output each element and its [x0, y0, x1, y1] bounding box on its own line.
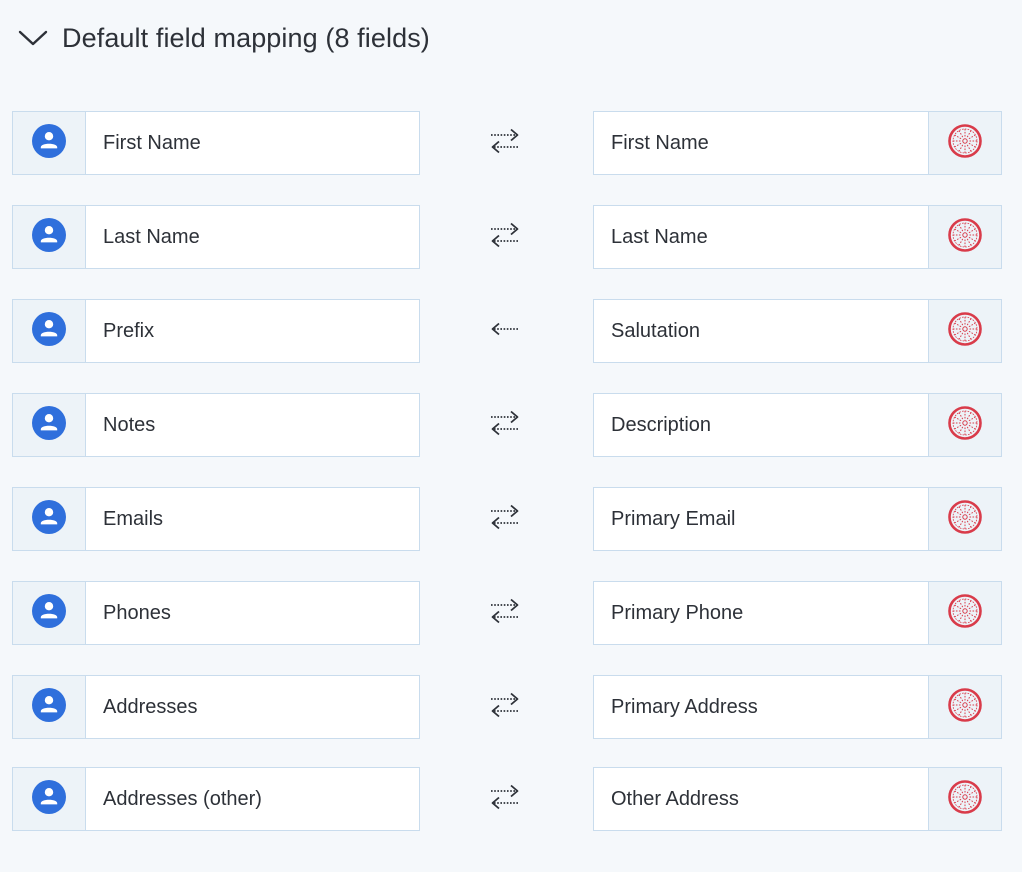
- google-contacts-field[interactable]: Addresses (other): [12, 767, 420, 831]
- bidirectional-arrows-icon: [487, 782, 523, 817]
- salesforce-field-label: Salutation: [611, 319, 700, 342]
- mapping-row: Prefix Salutation: [12, 299, 1002, 365]
- salesforce-field[interactable]: Primary Email: [593, 487, 1002, 551]
- salesforce-field-label: Last Name: [611, 225, 708, 248]
- salesforce-field[interactable]: Other Address: [593, 767, 1002, 831]
- person-icon: [31, 405, 67, 446]
- mapping-row: Notes Description: [12, 393, 1002, 459]
- google-contacts-field-icon-cell: [13, 300, 86, 362]
- salesforce-field[interactable]: Primary Address: [593, 675, 1002, 739]
- google-contacts-field[interactable]: Prefix: [12, 299, 420, 363]
- person-icon: [31, 687, 67, 728]
- salesforce-field[interactable]: Salutation: [593, 299, 1002, 363]
- arrow-left-icon: [487, 314, 523, 349]
- person-icon: [31, 779, 67, 820]
- wheel-icon: [947, 405, 983, 446]
- salesforce-field-label: Other Address: [611, 787, 739, 810]
- wheel-icon: [947, 217, 983, 258]
- google-contacts-field-label: Phones: [103, 601, 171, 624]
- bidirectional-arrows-icon: [487, 596, 523, 631]
- bidirectional-arrows-icon: [487, 220, 523, 255]
- google-contacts-field-icon-cell: [13, 112, 86, 174]
- chevron-down-icon: [18, 23, 48, 53]
- bidirectional-arrows-icon: [487, 126, 523, 161]
- person-icon: [31, 311, 67, 352]
- mapping-row: Last Name Last Name: [12, 205, 1002, 271]
- salesforce-field-label: Primary Email: [611, 507, 736, 530]
- google-contacts-field[interactable]: First Name: [12, 111, 420, 175]
- google-contacts-field-icon-cell: [13, 488, 86, 550]
- google-contacts-field-icon-cell: [13, 768, 86, 830]
- wheel-icon: [947, 311, 983, 352]
- wheel-icon: [947, 779, 983, 820]
- salesforce-field-label: Primary Phone: [611, 601, 744, 624]
- google-contacts-field-label: Addresses: [103, 695, 198, 718]
- google-contacts-field-icon-cell: [13, 206, 86, 268]
- google-contacts-field-icon-cell: [13, 582, 86, 644]
- salesforce-field-icon-cell: [928, 112, 1001, 174]
- sync-direction-toggle[interactable]: [483, 313, 527, 349]
- salesforce-field-icon-cell: [928, 300, 1001, 362]
- google-contacts-field-icon-cell: [13, 394, 86, 456]
- salesforce-field-icon-cell: [928, 676, 1001, 738]
- google-contacts-field[interactable]: Emails: [12, 487, 420, 551]
- mapping-row: Emails Primary Email: [12, 487, 1002, 553]
- section-title: Default field mapping (8 fields): [62, 22, 430, 53]
- person-icon: [31, 217, 67, 258]
- salesforce-field-icon-cell: [928, 768, 1001, 830]
- mapping-row: First Name First Name: [12, 111, 1002, 177]
- sync-direction-toggle[interactable]: [483, 125, 527, 161]
- bidirectional-arrows-icon: [487, 408, 523, 443]
- salesforce-field-label: Primary Address: [611, 695, 758, 718]
- mapping-row: Addresses Primary Address: [12, 675, 1002, 741]
- sync-direction-toggle[interactable]: [483, 219, 527, 255]
- salesforce-field-icon-cell: [928, 582, 1001, 644]
- wheel-icon: [947, 687, 983, 728]
- sync-direction-toggle[interactable]: [483, 407, 527, 443]
- google-contacts-field-label: Emails: [103, 507, 164, 530]
- person-icon: [31, 593, 67, 634]
- salesforce-field-icon-cell: [928, 394, 1001, 456]
- sync-direction-toggle[interactable]: [483, 781, 527, 817]
- google-contacts-field[interactable]: Phones: [12, 581, 420, 645]
- bidirectional-arrows-icon: [487, 502, 523, 537]
- sync-direction-toggle[interactable]: [483, 501, 527, 537]
- salesforce-field-icon-cell: [928, 206, 1001, 268]
- salesforce-field-icon-cell: [928, 488, 1001, 550]
- wheel-icon: [947, 123, 983, 164]
- google-contacts-field-label: Addresses (other): [103, 787, 262, 810]
- google-contacts-field-label: Notes: [103, 413, 156, 436]
- google-contacts-field[interactable]: Notes: [12, 393, 420, 457]
- person-icon: [31, 123, 67, 164]
- sync-direction-toggle[interactable]: [483, 689, 527, 725]
- salesforce-field[interactable]: Primary Phone: [593, 581, 1002, 645]
- salesforce-field[interactable]: First Name: [593, 111, 1002, 175]
- google-contacts-field-label: Prefix: [103, 319, 155, 342]
- mapping-row: Addresses (other) Other Address: [12, 767, 1002, 833]
- google-contacts-field[interactable]: Addresses: [12, 675, 420, 739]
- wheel-icon: [947, 593, 983, 634]
- google-contacts-field-icon-cell: [13, 676, 86, 738]
- google-contacts-field-label: Last Name: [103, 225, 200, 248]
- salesforce-field[interactable]: Last Name: [593, 205, 1002, 269]
- google-contacts-field-label: First Name: [103, 131, 201, 154]
- bidirectional-arrows-icon: [487, 690, 523, 725]
- google-contacts-field[interactable]: Last Name: [12, 205, 420, 269]
- person-icon: [31, 499, 67, 540]
- wheel-icon: [947, 499, 983, 540]
- section-header-toggle[interactable]: Default field mapping (8 fields): [18, 18, 430, 58]
- sync-direction-toggle[interactable]: [483, 595, 527, 631]
- salesforce-field-label: First Name: [611, 131, 709, 154]
- salesforce-field[interactable]: Description: [593, 393, 1002, 457]
- salesforce-field-label: Description: [611, 413, 712, 436]
- mapping-row: Phones Primary Phone: [12, 581, 1002, 647]
